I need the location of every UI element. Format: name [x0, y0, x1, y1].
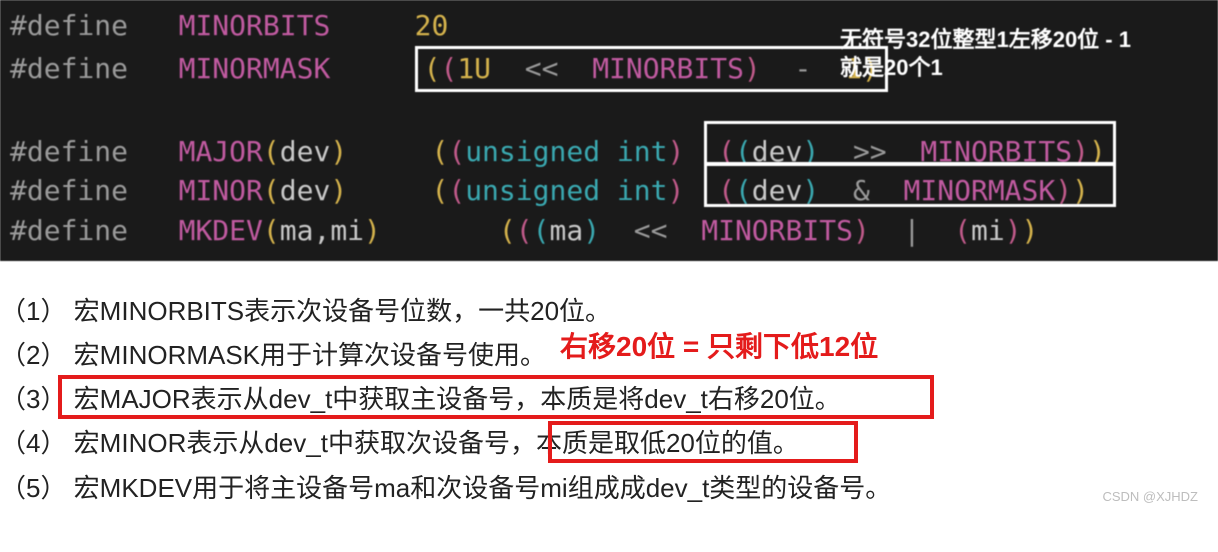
highlight-box-minormask: ((1U << MINORBITS) - 1) [415, 46, 888, 92]
op-rightshift: >> [853, 135, 887, 168]
preproc-define: #define [10, 174, 128, 207]
macro-ref: MINORBITS [920, 135, 1072, 168]
annotation-line-2: 就是20个1 [840, 54, 1190, 82]
macro-name: MKDEV [179, 214, 263, 247]
macro-name: MINOR [179, 174, 263, 207]
note-3: （3） 宏MAJOR表示从dev_t中获取主设备号，本质是将dev_t右移20位… [0, 377, 1218, 421]
macro-ref: MINORBITS [592, 52, 744, 85]
arg-dev: dev [280, 174, 331, 207]
op-minus: - [795, 52, 812, 85]
note-4: （4） 宏MINOR表示从dev_t中获取次设备号，本质是取低20位的值。 [0, 421, 1218, 465]
preproc-define: #define [10, 214, 128, 247]
arg-ma: ma [550, 214, 584, 247]
op-and: & [853, 174, 870, 207]
arg-dev: dev [752, 174, 803, 207]
preproc-define: #define [10, 9, 128, 42]
macro-ref: MINORMASK [904, 174, 1056, 207]
op-leftshift: << [634, 214, 668, 247]
op-or: | [904, 214, 921, 247]
annotation-line-1: 无符号32位整型1左移20位 - 1 [840, 26, 1190, 54]
code-block: #define MINORBITS 20 #define MINORMASK (… [0, 0, 1218, 261]
arg-mi: mi [971, 214, 1005, 247]
macro-name: MINORBITS [179, 9, 331, 42]
annotation-rightshift: 右移20位 = 只剩下低12位 [560, 323, 878, 371]
annotation-minormask: 无符号32位整型1左移20位 - 1 就是20个1 [840, 26, 1190, 81]
macro-ref: MINORBITS [701, 214, 853, 247]
args-ma-mi: ma,mi [280, 214, 364, 247]
type-unsigned-int: unsigned int [465, 174, 667, 207]
op-leftshift: << [525, 52, 559, 85]
note-5: （5） 宏MKDEV用于将主设备号ma和次设备号mi组成成dev_t类型的设备号… [0, 466, 1218, 510]
arg-dev: dev [280, 135, 331, 168]
code-line-5: #define MKDEV(ma,mi) (((ma) << MINORBITS… [10, 211, 1208, 251]
literal-1u: 1U [457, 52, 491, 85]
type-unsigned-int: unsigned int [465, 135, 667, 168]
preproc-define: #define [10, 135, 128, 168]
code-line-3: #define MAJOR(dev) ((unsigned int) ((dev… [10, 132, 1208, 172]
preproc-define: #define [10, 52, 128, 85]
macro-value: 20 [415, 9, 449, 42]
notes-section: （1） 宏MINORBITS表示次设备号位数，一共20位。 （2） 宏MINOR… [0, 261, 1218, 510]
macro-name: MINORMASK [179, 52, 331, 85]
code-line-4: #define MINOR(dev) ((unsigned int) ((dev… [10, 171, 1208, 211]
macro-name: MAJOR [179, 135, 263, 168]
watermark: CSDN @XJHDZ [1102, 486, 1198, 508]
arg-dev: dev [752, 135, 803, 168]
